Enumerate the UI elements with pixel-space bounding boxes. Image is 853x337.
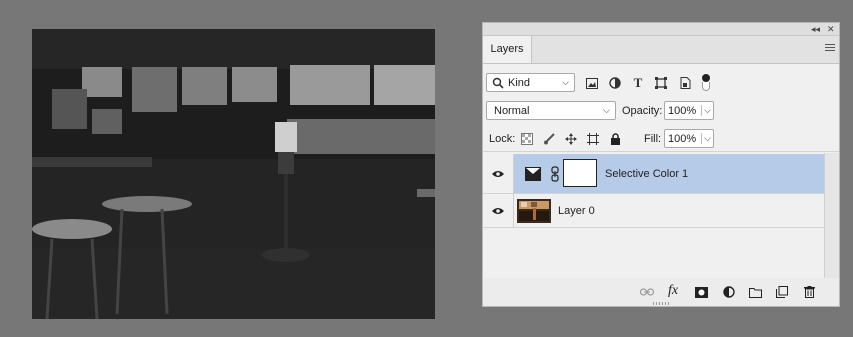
visibility-column: [483, 154, 514, 193]
layers-panel: ◂◂ ✕ Layers Kind ⌵ T Normal ⌵ Opacity: 1…: [482, 22, 840, 307]
filter-kind-label: Kind: [508, 77, 531, 89]
chevron-down-icon: ⌵: [603, 105, 610, 115]
lock-artboard-icon[interactable]: [585, 131, 601, 147]
link-layers-icon[interactable]: [639, 284, 655, 300]
layer-row-layer-0[interactable]: Layer 0: [483, 194, 826, 228]
canvas-photo: [32, 29, 435, 319]
fill-input[interactable]: 100% ⌵: [664, 129, 714, 148]
selective-color-adjustment-icon: [525, 167, 541, 181]
layer-name[interactable]: Selective Color 1: [605, 168, 688, 180]
lock-label: Lock:: [489, 133, 516, 145]
tab-layers[interactable]: Layers: [483, 36, 532, 63]
eye-icon[interactable]: [492, 207, 504, 215]
add-mask-icon[interactable]: [693, 284, 709, 300]
fill-label: Fill:: [644, 133, 662, 145]
new-fill-adjustment-icon[interactable]: [721, 284, 737, 300]
opacity-input[interactable]: 100% ⌵: [664, 101, 714, 120]
lock-all-icon[interactable]: [607, 131, 623, 147]
layer-name[interactable]: Layer 0: [558, 205, 595, 217]
layer-thumbnail[interactable]: [517, 199, 551, 223]
smart-object-filter-icon[interactable]: [677, 75, 693, 91]
shape-filter-icon[interactable]: [653, 75, 669, 91]
eye-icon[interactable]: [492, 170, 504, 178]
new-layer-icon[interactable]: [774, 284, 790, 300]
type-filter-icon[interactable]: T: [630, 75, 646, 91]
fx-icon[interactable]: fx: [665, 283, 681, 299]
panel-menu-icon[interactable]: [825, 44, 835, 53]
collapse-panel-icon[interactable]: ◂◂: [811, 23, 820, 35]
visibility-column: [483, 194, 514, 227]
delete-layer-icon[interactable]: [801, 284, 817, 300]
filter-row: Kind ⌵ T: [483, 71, 839, 95]
blend-row: Normal ⌵ Opacity: 100% ⌵: [483, 99, 839, 123]
layer-mask-thumbnail[interactable]: [563, 159, 597, 187]
filter-toggle-icon[interactable]: [701, 71, 711, 93]
document-canvas[interactable]: [32, 29, 435, 319]
opacity-label: Opacity:: [622, 105, 663, 117]
blend-mode-select[interactable]: Normal ⌵: [486, 101, 616, 120]
close-panel-icon[interactable]: ✕: [827, 23, 835, 35]
chevron-down-icon: ⌵: [562, 77, 569, 87]
panel-tab-bar: Layers: [483, 36, 839, 64]
layer-row-selective-color[interactable]: Selective Color 1: [483, 154, 826, 194]
panel-footer: fx: [483, 278, 839, 306]
search-icon: [492, 77, 504, 89]
blend-mode-value: Normal: [494, 105, 530, 117]
lock-image-pixels-icon[interactable]: [541, 131, 557, 147]
adjustment-filter-icon[interactable]: [607, 75, 623, 91]
lock-row: Lock: Fill: 100% ⌵: [483, 127, 839, 152]
lock-transparent-pixels-icon[interactable]: [519, 131, 535, 147]
image-filter-icon[interactable]: [584, 75, 600, 91]
filter-kind-select[interactable]: Kind ⌵: [486, 73, 575, 92]
chain-link-icon[interactable]: [551, 166, 559, 182]
lock-position-icon[interactable]: [563, 131, 579, 147]
opacity-value: 100%: [668, 105, 697, 117]
new-group-icon[interactable]: [747, 284, 763, 300]
chevron-down-icon[interactable]: ⌵: [701, 105, 711, 116]
resize-grip[interactable]: [653, 302, 671, 305]
fill-value: 100%: [668, 133, 697, 145]
chevron-down-icon[interactable]: ⌵: [701, 133, 711, 144]
panel-title-strip: ◂◂ ✕: [483, 23, 839, 36]
